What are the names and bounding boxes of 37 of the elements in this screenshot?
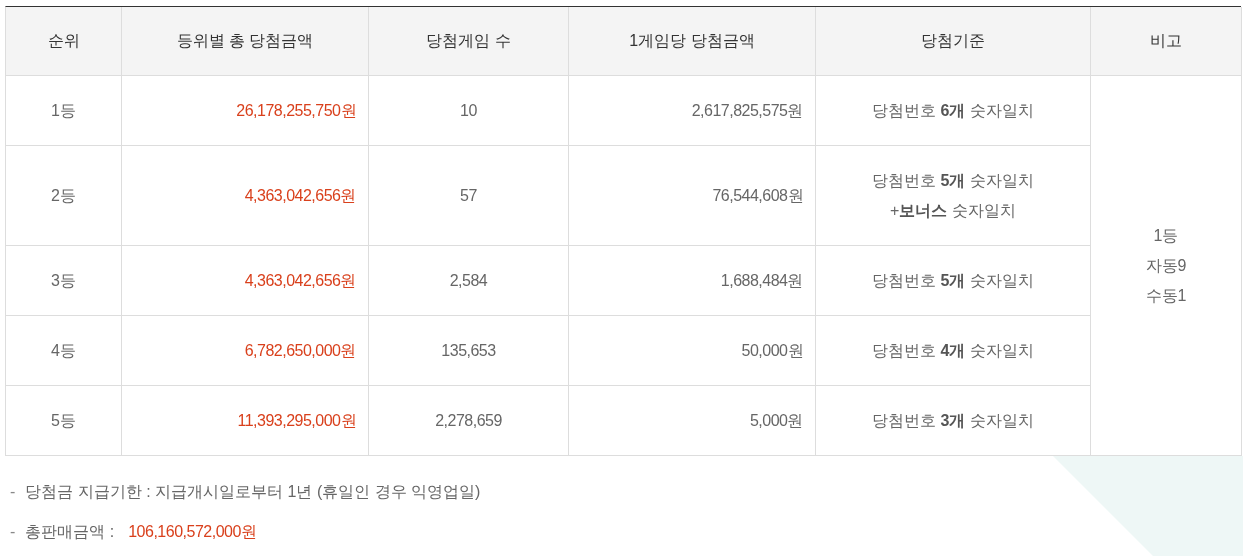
note-text: 총판매금액 : [25, 522, 115, 542]
note-value: 106,160,572,000원 [128, 522, 257, 542]
table-cell: 3등 [6, 246, 122, 316]
table-cell: 4,363,042,656원 [122, 146, 369, 246]
table-cell: 2등 [6, 146, 122, 246]
table-cell: 76,544,608원 [569, 146, 816, 246]
table-cell: 10 [369, 76, 569, 146]
column-header: 당첨게임 수 [369, 7, 569, 76]
column-header: 등위별 총 당첨금액 [122, 7, 369, 76]
table-cell: 2,584 [369, 246, 569, 316]
table-cell: 2,617,825,575원 [569, 76, 816, 146]
note-text: 당첨금 지급기한 : 지급개시일로부터 1년 (휴일인 경우 익영업일) [25, 482, 481, 502]
table-cell: 4등 [6, 316, 122, 386]
table-cell: 당첨번호 5개 숫자일치 [816, 246, 1091, 316]
table-cell: 135,653 [369, 316, 569, 386]
column-header: 당첨기준 [816, 7, 1091, 76]
bullet: - [10, 522, 16, 542]
table-cell: 4,363,042,656원 [122, 246, 369, 316]
table-cell: 당첨번호 6개 숫자일치 [816, 76, 1091, 146]
table-cell: 5등 [6, 386, 122, 456]
table-cell: 당첨번호 4개 숫자일치 [816, 316, 1091, 386]
column-header: 1게임당 당첨금액 [569, 7, 816, 76]
table-cell: 1,688,484원 [569, 246, 816, 316]
column-header: 비고 [1091, 7, 1242, 76]
bullet: - [10, 482, 16, 502]
table-cell: 57 [369, 146, 569, 246]
table-cell: 당첨번호 5개 숫자일치 +보너스 숫자일치 [816, 146, 1091, 246]
table-cell: 1등 자동9 수동1 [1091, 76, 1242, 456]
table-cell: 26,178,255,750원 [122, 76, 369, 146]
table-cell: 50,000원 [569, 316, 816, 386]
table-cell: 6,782,650,000원 [122, 316, 369, 386]
table-cell: 5,000원 [569, 386, 816, 456]
table-cell: 11,393,295,000원 [122, 386, 369, 456]
table-cell: 2,278,659 [369, 386, 569, 456]
table-cell: 1등 [6, 76, 122, 146]
column-header: 순위 [6, 7, 122, 76]
table-cell: 당첨번호 3개 숫자일치 [816, 386, 1091, 456]
